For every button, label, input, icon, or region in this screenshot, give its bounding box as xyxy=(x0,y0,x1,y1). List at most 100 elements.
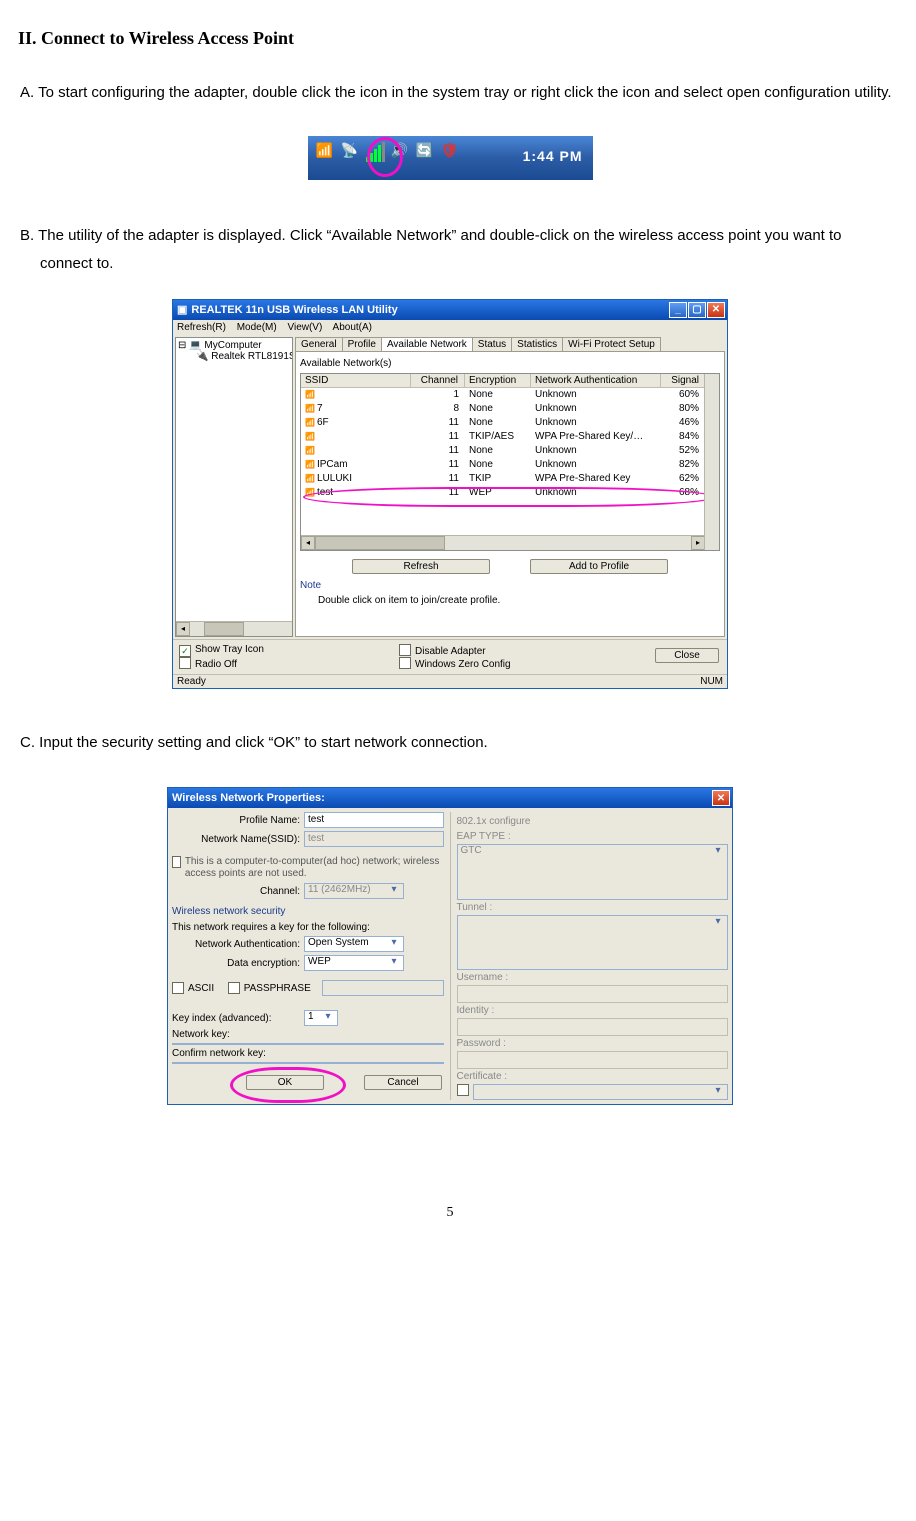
passphrase-input xyxy=(322,980,444,996)
tab-status[interactable]: Status xyxy=(472,337,512,351)
label-password: Password : xyxy=(457,1038,729,1049)
status-ready: Ready xyxy=(177,676,206,687)
add-to-profile-button[interactable]: Add to Profile xyxy=(530,559,668,574)
wireless-icon: 📡 xyxy=(339,142,361,164)
table-row-highlighted[interactable]: test11WEPUnknown68% xyxy=(301,486,719,500)
ascii-checkbox[interactable] xyxy=(172,982,184,994)
radio-off-checkbox[interactable] xyxy=(179,659,195,670)
zero-config-checkbox[interactable] xyxy=(399,659,415,670)
window-title: REALTEK 11n USB Wireless LAN Utility xyxy=(191,304,397,316)
minimize-button[interactable]: _ xyxy=(669,302,687,318)
close-button-bottom[interactable]: Close xyxy=(655,648,719,663)
ok-button[interactable]: OK xyxy=(246,1075,324,1090)
identity-input xyxy=(457,1018,729,1036)
disable-adapter-checkbox[interactable] xyxy=(399,646,415,657)
tab-available-network[interactable]: Available Network xyxy=(381,337,473,351)
radio-off-label: Radio Off xyxy=(195,659,237,670)
eap-select: GTC xyxy=(457,844,729,900)
profile-name-input[interactable]: test xyxy=(304,812,444,828)
close-button[interactable]: ✕ xyxy=(707,302,725,318)
network-table: SSID Channel Encryption Network Authenti… xyxy=(300,373,720,551)
adhoc-checkbox xyxy=(172,856,181,868)
label-channel: Channel: xyxy=(172,886,300,897)
channel-select: 11 (2462MHz) xyxy=(304,883,404,899)
tab-general[interactable]: General xyxy=(295,337,343,351)
tree-device[interactable]: Realtek RTL8191SU xyxy=(211,351,293,362)
label-enc: Data encryption: xyxy=(172,958,300,969)
tab-panel: Available Network(s) SSID Channel Encryp… xyxy=(295,351,725,637)
prop-close-button[interactable]: ✕ xyxy=(712,790,730,806)
update-icon: 🔄 xyxy=(414,142,436,164)
scrollbar-horizontal[interactable]: ◂▸ xyxy=(301,535,705,550)
note-text: Double click on item to join/create prof… xyxy=(300,591,720,610)
step-b: B. The utility of the adapter is display… xyxy=(16,222,892,279)
enc-select[interactable]: WEP xyxy=(304,955,404,971)
cert-checkbox xyxy=(457,1084,469,1096)
password-input xyxy=(457,1051,729,1069)
show-tray-checkbox[interactable] xyxy=(179,644,195,655)
tunnel-select xyxy=(457,915,729,971)
col-signal[interactable]: Signal xyxy=(661,374,705,387)
shield-icon: 🛡 xyxy=(439,142,461,164)
statusbar: Ready NUM xyxy=(173,674,727,688)
table-row[interactable]: 11NoneUnknown52% xyxy=(301,444,719,458)
step-a: A. To start configuring the adapter, dou… xyxy=(16,79,892,108)
menu-mode[interactable]: Mode(M) xyxy=(237,322,277,333)
maximize-button[interactable]: ▢ xyxy=(688,302,706,318)
status-num: NUM xyxy=(700,676,723,687)
table-row[interactable]: IPCam11NoneUnknown82% xyxy=(301,458,719,472)
tab-strip: General Profile Available Network Status… xyxy=(295,337,725,351)
tree-root[interactable]: MyComputer xyxy=(204,340,261,351)
titlebar: ▣ REALTEK 11n USB Wireless LAN Utility _… xyxy=(173,300,727,320)
page-number: 5 xyxy=(8,1205,892,1221)
disable-adapter-label: Disable Adapter xyxy=(415,646,486,657)
label-netkey: Network key: xyxy=(172,1029,444,1040)
menu-about[interactable]: About(A) xyxy=(333,322,372,333)
label-tunnel: Tunnel : xyxy=(457,902,729,913)
table-header: SSID Channel Encryption Network Authenti… xyxy=(301,374,719,388)
security-desc: This network requires a key for the foll… xyxy=(172,922,444,933)
utility-figure: ▣ REALTEK 11n USB Wireless LAN Utility _… xyxy=(8,299,892,689)
menu-view[interactable]: View(V) xyxy=(287,322,322,333)
confirm-key-input[interactable] xyxy=(172,1062,444,1064)
passphrase-checkbox[interactable] xyxy=(228,982,240,994)
auth-select[interactable]: Open System xyxy=(304,936,404,952)
8021x-heading: 802.1x configure xyxy=(457,816,729,827)
col-encryption[interactable]: Encryption xyxy=(465,374,531,387)
ssid-input: test xyxy=(304,831,444,847)
label-username: Username : xyxy=(457,972,729,983)
tab-profile[interactable]: Profile xyxy=(342,337,382,351)
cert-select xyxy=(473,1084,729,1100)
adhoc-text: This is a computer-to-computer(ad hoc) n… xyxy=(185,856,444,880)
keyidx-select[interactable]: 1 xyxy=(304,1010,338,1026)
refresh-button[interactable]: Refresh xyxy=(352,559,490,574)
table-row[interactable]: 6F11NoneUnknown46% xyxy=(301,416,719,430)
tab-wps[interactable]: Wi-Fi Protect Setup xyxy=(562,337,661,351)
label-confirm: Confirm network key: xyxy=(172,1048,444,1059)
col-auth[interactable]: Network Authentication xyxy=(531,374,661,387)
section-heading: II. Connect to Wireless Access Point xyxy=(18,28,892,49)
ascii-label: ASCII xyxy=(188,983,214,994)
label-identity: Identity : xyxy=(457,1005,729,1016)
table-row[interactable]: 11TKIP/AESWPA Pre-Shared Key/…84% xyxy=(301,430,719,444)
table-row[interactable]: 78NoneUnknown80% xyxy=(301,402,719,416)
cancel-button[interactable]: Cancel xyxy=(364,1075,442,1090)
passphrase-label: PASSPHRASE xyxy=(244,983,311,994)
device-tree[interactable]: ⊟ 💻 MyComputer 🔌 Realtek RTL8191SU ◂ xyxy=(175,337,293,637)
scrollbar-vertical[interactable] xyxy=(704,374,719,550)
system-tray: 📶 📡 🔊 🔄 🛡 1:44 PM xyxy=(308,136,593,180)
label-auth: Network Authentication: xyxy=(172,939,300,950)
signal-bars-icon[interactable] xyxy=(364,142,386,164)
col-ssid[interactable]: SSID xyxy=(301,374,411,387)
network-key-input[interactable] xyxy=(172,1043,444,1045)
username-input xyxy=(457,985,729,1003)
table-row[interactable]: LULUKI11TKIPWPA Pre-Shared Key62% xyxy=(301,472,719,486)
menu-refresh[interactable]: Refresh(R) xyxy=(177,322,226,333)
table-row[interactable]: 1NoneUnknown60% xyxy=(301,388,719,402)
menubar: Refresh(R) Mode(M) View(V) About(A) xyxy=(173,320,727,335)
clock: 1:44 PM xyxy=(523,148,583,164)
col-channel[interactable]: Channel xyxy=(411,374,465,387)
properties-dialog: Wireless Network Properties: ✕ Profile N… xyxy=(167,787,733,1105)
tab-statistics[interactable]: Statistics xyxy=(511,337,563,351)
prop-titlebar: Wireless Network Properties: ✕ xyxy=(168,788,732,808)
